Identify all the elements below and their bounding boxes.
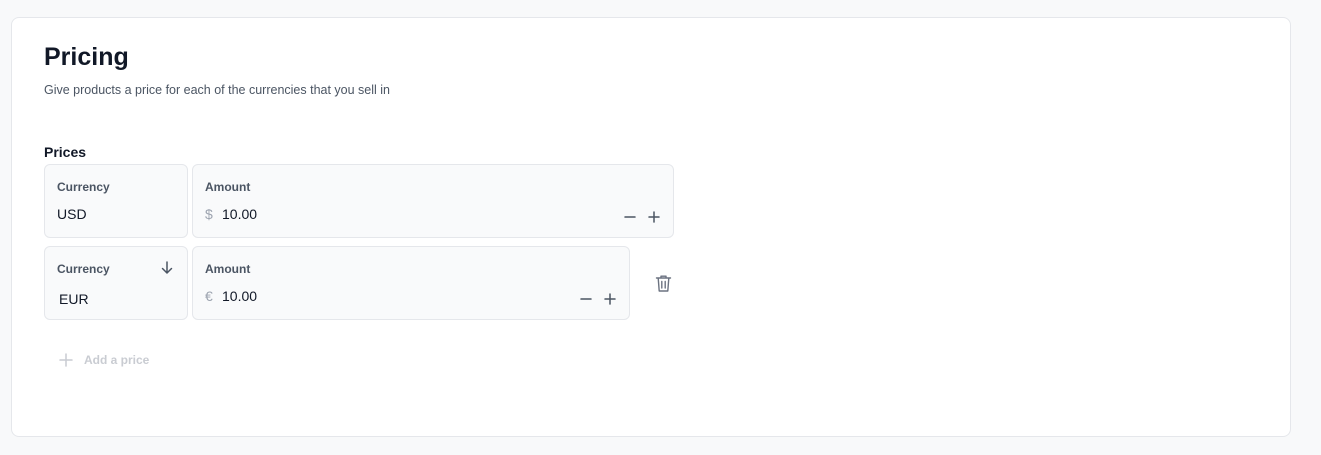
minus-icon[interactable] — [579, 292, 593, 306]
amount-label: Amount — [205, 180, 251, 194]
currency-value: USD — [57, 206, 87, 222]
arrow-down-icon[interactable] — [161, 261, 173, 275]
currency-label: Currency — [57, 262, 110, 276]
plus-icon — [58, 352, 74, 368]
page-title: Pricing — [44, 43, 129, 71]
amount-input[interactable]: 10.00 — [222, 206, 257, 222]
amount-field-eur[interactable]: Amount € 10.00 — [192, 246, 630, 320]
add-price-label: Add a price — [84, 353, 150, 367]
page-subtitle: Give products a price for each of the cu… — [44, 83, 391, 97]
currency-label: Currency — [57, 180, 110, 194]
amount-input[interactable]: 10.00 — [222, 288, 257, 304]
currency-value: EUR — [59, 291, 89, 307]
currency-symbol: € — [205, 288, 213, 304]
amount-field-usd[interactable]: Amount $ 10.00 — [192, 164, 674, 238]
currency-field-usd[interactable]: Currency USD — [44, 164, 188, 238]
prices-label: Prices — [44, 144, 87, 160]
amount-label: Amount — [205, 262, 251, 276]
add-price-button[interactable]: Add a price — [58, 351, 149, 369]
currency-symbol: $ — [205, 206, 213, 222]
trash-icon[interactable] — [655, 274, 672, 293]
plus-icon[interactable] — [647, 210, 661, 224]
currency-field-eur[interactable]: Currency EUR — [44, 246, 188, 320]
plus-icon[interactable] — [603, 292, 617, 306]
minus-icon[interactable] — [623, 210, 637, 224]
